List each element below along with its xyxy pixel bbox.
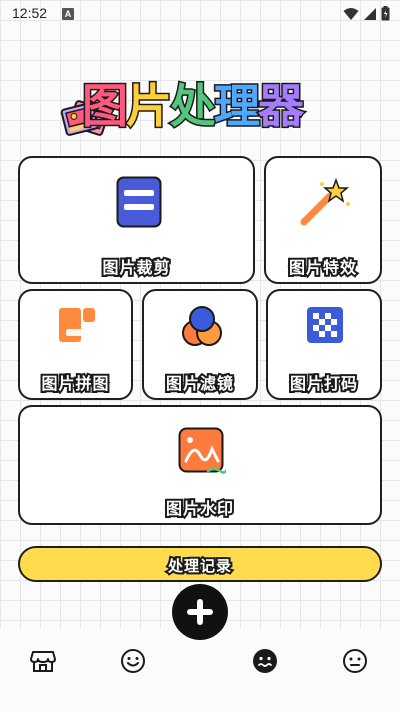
nav-store[interactable] (30, 648, 58, 676)
title-char-4: 理 (213, 78, 262, 135)
app-title: 图片处理器 (81, 70, 306, 136)
neutral-face-icon (343, 649, 367, 673)
nav-dizzy[interactable] (252, 648, 280, 676)
magic-wand-icon (300, 177, 350, 226)
wifi-icon (343, 7, 359, 20)
collage-icon (59, 308, 95, 342)
history-label: 处理记录 (166, 555, 233, 577)
filter-icon (182, 306, 222, 346)
store-icon (30, 651, 56, 672)
collage-card[interactable]: 图片拼图 (18, 289, 133, 400)
crop-icon (116, 176, 162, 228)
mosaic-label: 图片打码 (288, 372, 359, 395)
status-icons (343, 6, 390, 21)
signal-icon (364, 7, 376, 20)
dizzy-face-icon (253, 649, 277, 673)
crop-card[interactable]: 图片裁剪 (18, 156, 255, 284)
plus-icon (187, 599, 213, 625)
watermark-card[interactable]: 图片水印 (18, 405, 382, 525)
title-char-1: 图 (81, 78, 130, 135)
smile-icon (121, 649, 145, 673)
effects-label: 图片特效 (287, 256, 358, 279)
status-bar: 12:52 A (0, 0, 400, 28)
notification-icon: A (62, 8, 74, 20)
filter-card[interactable]: 图片滤镜 (142, 289, 258, 400)
bottom-nav (0, 628, 400, 712)
filter-label: 图片滤镜 (164, 372, 235, 395)
crop-label: 图片裁剪 (100, 256, 171, 279)
add-button[interactable] (172, 584, 228, 640)
battery-icon (381, 6, 390, 21)
history-button[interactable]: 处理记录 (18, 546, 382, 582)
nav-neutral[interactable] (342, 648, 370, 676)
title-char-3: 处 (169, 78, 218, 135)
status-time: 12:52 (12, 5, 48, 21)
collage-label: 图片拼图 (39, 372, 110, 395)
app-title-banner: 图片处理器 (60, 70, 350, 146)
title-char-5: 器 (257, 78, 306, 135)
title-char-2: 片 (125, 78, 174, 135)
watermark-label: 图片水印 (164, 497, 235, 520)
mosaic-card[interactable]: 图片打码 (266, 289, 382, 400)
watermark-icon (178, 427, 226, 474)
nav-smile[interactable] (120, 648, 148, 676)
effects-card[interactable]: 图片特效 (264, 156, 382, 284)
mosaic-icon (307, 307, 343, 343)
